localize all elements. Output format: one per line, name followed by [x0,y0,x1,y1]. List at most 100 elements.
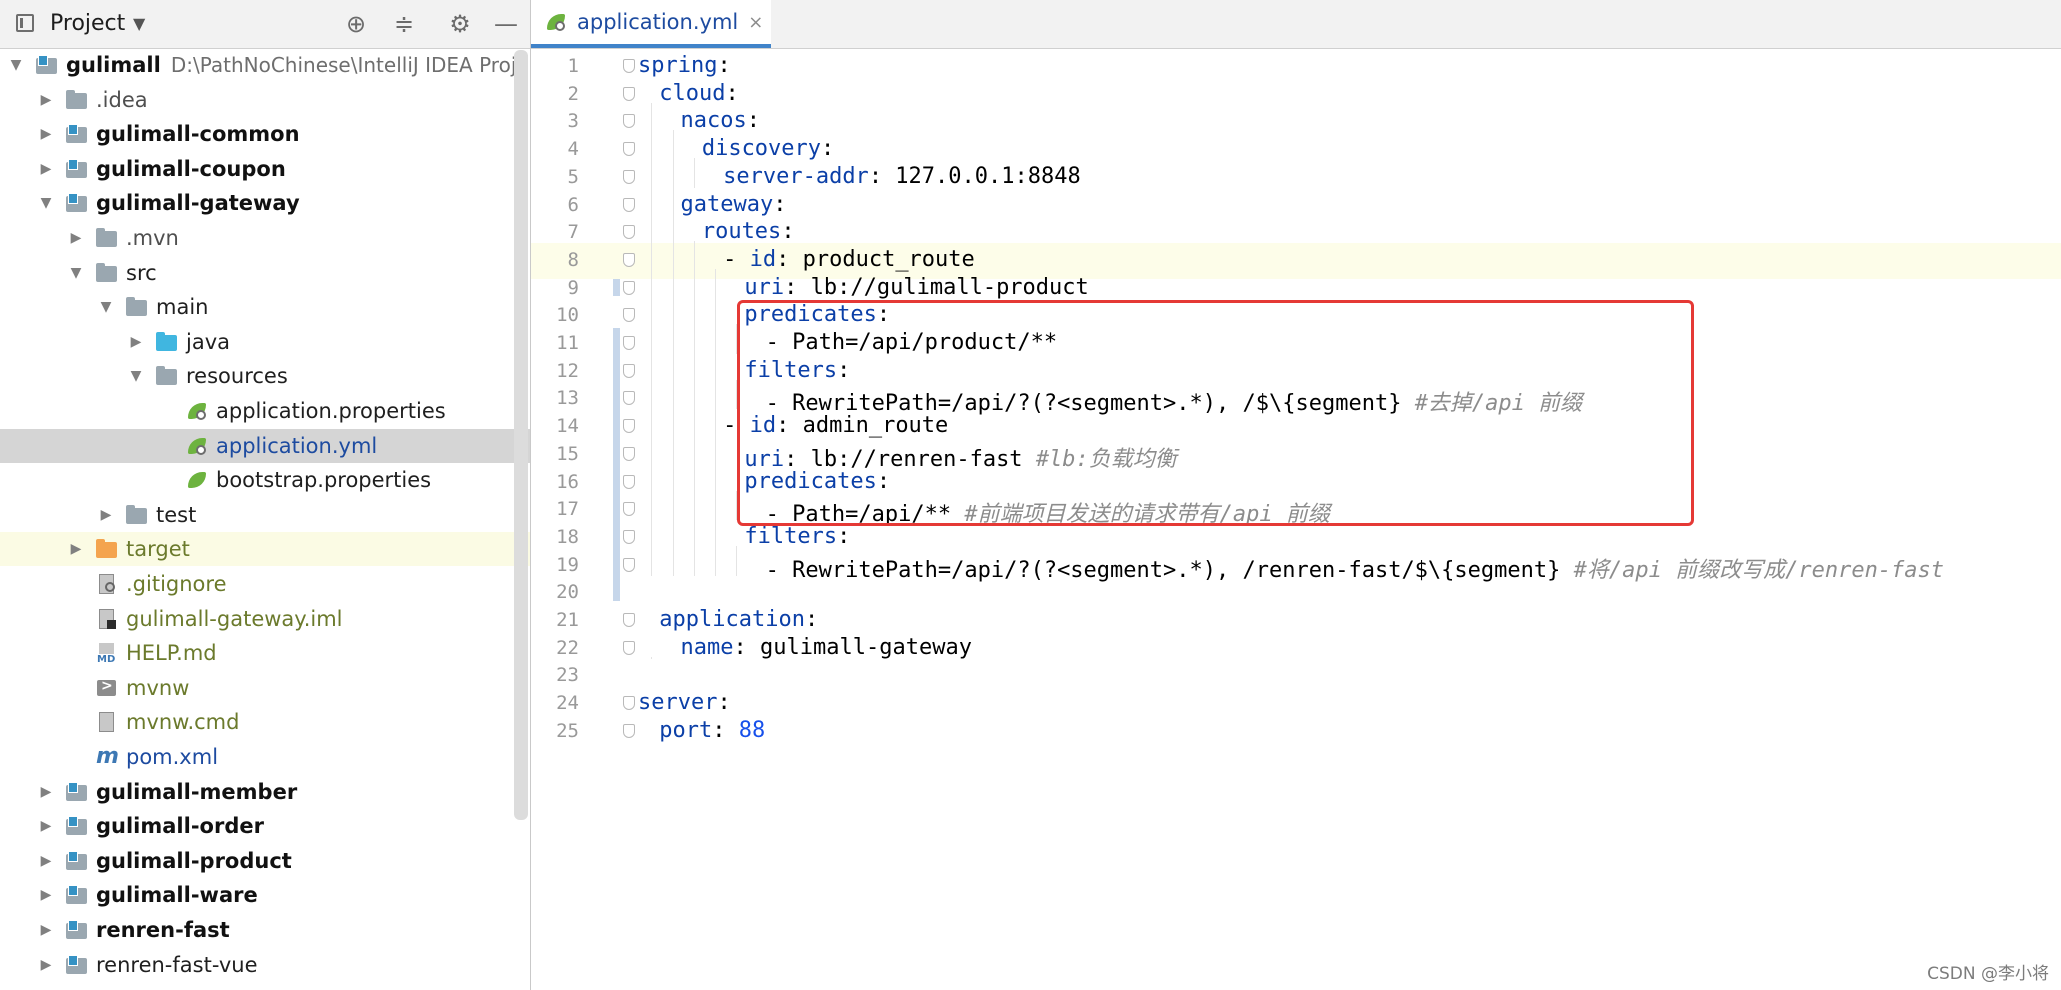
code-line[interactable]: 25 port: 88 [531,714,2061,750]
expanded-arrow-icon[interactable]: ▼ [8,57,24,73]
fold-marker-icon[interactable] [623,640,635,655]
tree-item[interactable]: ▶ target [0,532,530,567]
project-view-selector[interactable]: Project [50,11,125,36]
tree-item[interactable]: ▶ gulimall-product [0,844,530,878]
fold-marker-icon[interactable] [623,280,635,295]
fold-marker-icon[interactable] [623,446,635,461]
fold-marker-icon[interactable] [623,613,635,627]
fold-marker-icon[interactable] [623,391,635,406]
code-text: - id: product_route [723,247,975,272]
collapsed-arrow-icon[interactable]: ▶ [38,784,54,800]
fold-marker-icon[interactable] [623,142,635,157]
tree-item[interactable]: ▶ renren-fast [0,913,530,947]
hide-panel-icon[interactable]: — [490,8,522,40]
yaml-key: gateway [680,191,774,217]
collapsed-arrow-icon[interactable]: ▶ [38,853,54,869]
tree-item[interactable]: ▶application.yml [0,428,530,463]
tree-item[interactable]: ▶ renren-fast-vue [0,948,530,982]
fold-marker-icon[interactable] [623,308,635,323]
collapse-all-icon[interactable]: ≑ [388,8,420,40]
collapsed-arrow-icon[interactable]: ▶ [38,126,54,142]
close-icon[interactable]: × [748,12,763,33]
tree-item[interactable]: ▶mpom.xml [0,740,530,774]
excluded-folder-icon [96,539,118,559]
tab-application-yml[interactable]: application.yml × [531,0,771,48]
tree-item[interactable]: ▶ gulimall-ware [0,878,530,912]
fold-marker-icon[interactable] [623,197,635,212]
tree-item-label: .idea [96,87,148,112]
tree-item[interactable]: ▼ main [0,290,530,324]
tree-item[interactable]: ▶ .mvn [0,221,530,255]
yaml-value: : product_route [776,246,975,272]
fold-marker-icon[interactable] [623,419,635,434]
expanded-arrow-icon[interactable]: ▼ [128,368,144,384]
spring-config-icon [186,401,208,421]
collapsed-arrow-icon[interactable]: ▶ [98,507,114,523]
spring-config-icon [186,470,208,490]
fold-marker-icon[interactable] [623,502,635,517]
tree-item[interactable]: ▶mvnw [0,671,530,705]
collapsed-arrow-icon[interactable]: ▶ [38,818,54,834]
fold-marker-icon[interactable] [623,557,635,572]
fold-marker-icon[interactable] [623,474,635,489]
tree-item[interactable]: ▶MDHELP.md [0,636,530,670]
code-editor[interactable]: 1 spring: 2 cloud: 3 nacos: 4 discovery: 5 server… [531,49,2061,990]
module-file-icon [96,608,118,629]
expanded-arrow-icon[interactable]: ▼ [68,265,84,281]
locate-file-icon[interactable]: ⊕ [340,8,372,40]
fold-marker-icon[interactable] [623,529,635,544]
tree-item[interactable]: ▼ gulimall D:\PathNoChinese\IntelliJ IDEA … [0,49,529,82]
tree-item[interactable]: ▶ gulimall-coupon [0,152,530,186]
tree-item[interactable]: ▼ resources [0,359,530,393]
fold-marker-icon[interactable] [623,696,635,711]
collapsed-arrow-icon[interactable]: ▶ [68,230,84,246]
tree-item[interactable]: ▶ java [0,325,530,359]
collapsed-arrow-icon[interactable]: ▶ [128,334,144,350]
tree-item[interactable]: ▶ gulimall-common [0,117,530,151]
project-tree-scrollbar[interactable] [514,50,528,820]
tree-item[interactable]: ▼ gulimall-gateway [0,186,530,220]
tree-item[interactable]: ▶.gitignore [0,567,530,601]
tree-item[interactable]: ▶ .idea [0,83,530,117]
indent-guide [736,545,738,576]
yaml-value: : admin_route [776,413,949,439]
expanded-arrow-icon[interactable]: ▼ [38,195,54,211]
yaml-key: spring [638,53,718,78]
fold-marker-icon[interactable] [623,225,635,240]
fold-marker-icon[interactable] [623,723,635,738]
collapsed-arrow-icon[interactable]: ▶ [38,92,54,108]
tree-item[interactable]: ▶ test [0,498,530,532]
collapsed-arrow-icon[interactable]: ▶ [38,922,54,938]
fold-marker-icon[interactable] [623,169,635,184]
spring-config-icon [186,436,208,456]
expanded-arrow-icon[interactable]: ▼ [98,299,114,315]
line-number: 2 [567,82,579,105]
yaml-key: uri [744,274,785,300]
fold-marker-icon[interactable] [623,252,635,267]
tree-item[interactable]: ▶ gulimall-order [0,809,530,843]
tree-item[interactable]: ▶gulimall-gateway.iml [0,602,530,636]
fold-marker-icon[interactable] [623,86,635,101]
tree-item[interactable]: ▶mvnw.cmd [0,705,530,739]
collapsed-arrow-icon[interactable]: ▶ [68,541,84,557]
tree-item[interactable]: ▶ gulimall-member [0,775,530,809]
tree-item[interactable]: ▶application.properties [0,394,530,428]
fold-marker-icon[interactable] [623,336,635,350]
fold-marker-icon[interactable] [623,363,635,378]
line-number: 9 [567,276,579,299]
gear-icon[interactable]: ⚙ [444,8,476,40]
fold-marker-icon[interactable] [623,114,635,129]
collapsed-arrow-icon[interactable]: ▶ [38,161,54,177]
project-panel-header: Project ▼ ⊕ ≑ ⚙ — [0,0,530,49]
line-number: 20 [556,581,579,604]
project-window-icon[interactable] [16,14,34,32]
yaml-key: nacos [680,108,747,134]
chevron-down-icon[interactable]: ▼ [133,14,145,33]
collapsed-arrow-icon[interactable]: ▶ [38,887,54,903]
code-text: predicates: [744,302,890,327]
collapsed-arrow-icon[interactable]: ▶ [38,957,54,973]
tree-item[interactable]: ▶bootstrap.properties [0,463,530,497]
fold-marker-icon[interactable] [623,59,635,73]
line-number: 16 [556,470,579,493]
tree-item[interactable]: ▼ src [0,256,530,290]
